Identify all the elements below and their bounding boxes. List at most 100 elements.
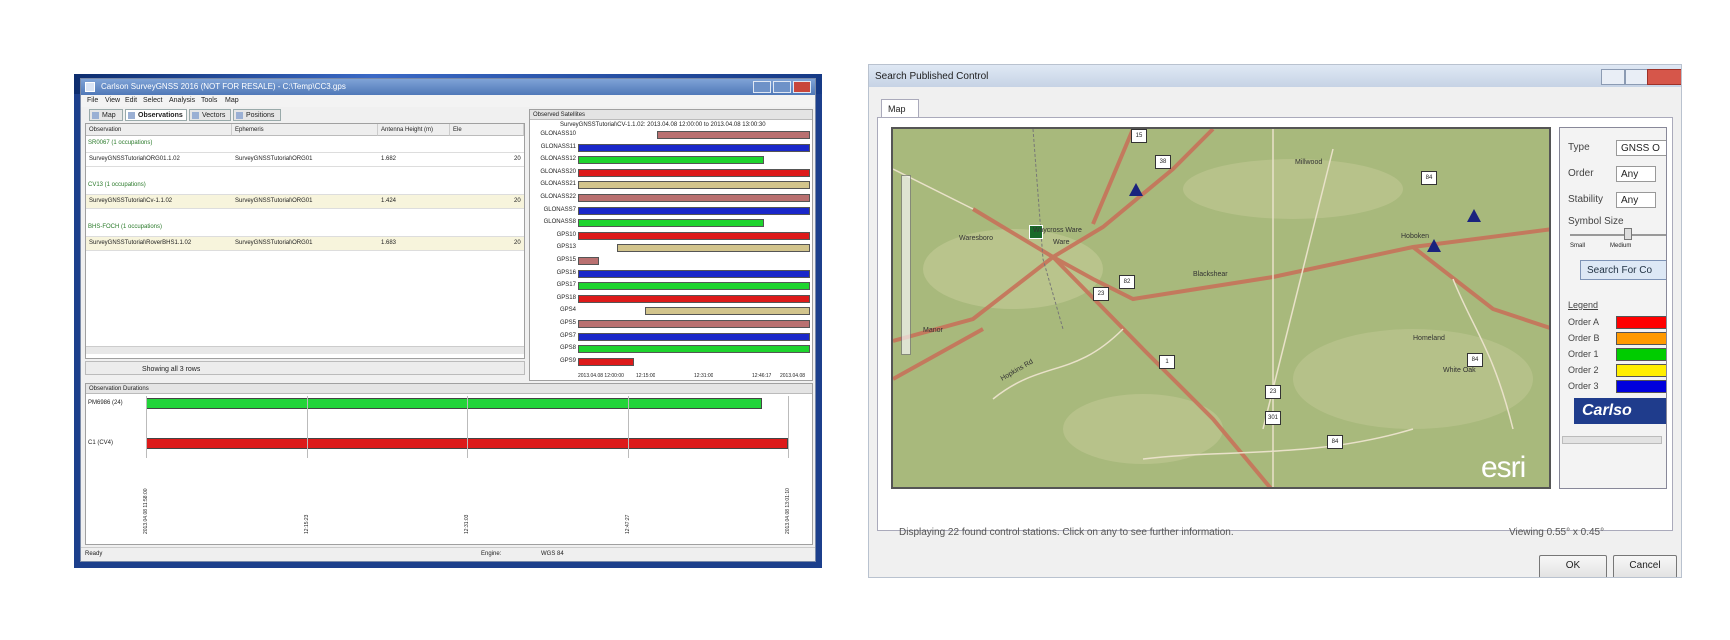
satellite-label: GPS4	[559, 307, 576, 314]
menu-map[interactable]: Map	[225, 97, 239, 104]
legend-label: Order 1	[1568, 349, 1599, 359]
satellite-bar[interactable]	[578, 231, 810, 240]
view-tabs: Map Observations Vectors Positions	[85, 107, 525, 122]
satellite-label: GLONASS12	[540, 156, 576, 163]
minimize-button[interactable]	[1601, 69, 1625, 85]
maximize-button[interactable]	[1625, 69, 1649, 85]
table-footer: Showing all 3 rows	[85, 361, 525, 375]
menu-view[interactable]: View	[105, 97, 120, 104]
menu-tools[interactable]: Tools	[201, 97, 217, 104]
menu-select[interactable]: Select	[143, 97, 162, 104]
positions-icon	[236, 112, 243, 119]
satellite-bar[interactable]	[578, 194, 810, 202]
close-button[interactable]	[793, 81, 811, 93]
satellite-label: GPS18	[556, 294, 576, 301]
satellite-label: GLONASS20	[540, 168, 576, 175]
observation-durations-panel: Observation Durations PM6986 (24) C1 (CV4…	[85, 383, 813, 545]
order-select[interactable]: Any	[1616, 166, 1656, 182]
satellite-bar[interactable]	[578, 282, 810, 291]
type-select[interactable]: GNSS O	[1616, 140, 1666, 156]
tab-positions[interactable]: Positions	[233, 109, 281, 121]
map-roads	[893, 129, 1549, 487]
satellite-bar[interactable]	[578, 332, 810, 341]
column-header-ephemeris[interactable]: Ephemeris	[232, 124, 378, 136]
menu-analysis[interactable]: Analysis	[169, 97, 195, 104]
dialog-titlebar: Search Published Control	[869, 65, 1681, 87]
group-header[interactable]: SR0067 (1 occupations)	[88, 140, 152, 146]
duration-label: C1 (CV4)	[88, 440, 114, 446]
legend-row: Order 2	[1568, 364, 1666, 378]
place-label: Millwood	[1295, 159, 1323, 166]
maximize-button[interactable]	[773, 81, 791, 93]
table-row[interactable]: SurveyGNSSTutorial\ORG01.1.02 SurveyGNSS…	[86, 152, 524, 167]
satellite-bar[interactable]	[578, 357, 634, 366]
duration-bar[interactable]	[146, 398, 763, 409]
slider-mid-label: Medium	[1610, 243, 1632, 249]
duration-gridline	[306, 396, 308, 458]
esri-watermark: esri	[1481, 451, 1526, 484]
control-station-map[interactable]: Waycross Ware Ware Waresboro Manor Millw…	[891, 127, 1551, 489]
tab-map[interactable]: Map	[89, 109, 123, 121]
carlson-logo: Carlso	[1574, 398, 1666, 424]
place-label: Homeland	[1413, 335, 1445, 342]
symbol-size-slider[interactable]	[1570, 234, 1666, 236]
satellite-bar[interactable]	[578, 294, 810, 303]
panel-header: Observation Durations	[86, 384, 812, 394]
satellite-bar[interactable]	[578, 257, 599, 265]
satellite-label: GPS15	[556, 257, 576, 263]
satellite-bar[interactable]	[578, 168, 810, 177]
satellite-bar[interactable]	[578, 181, 810, 190]
side-panel-scrollbar[interactable]	[1562, 436, 1662, 444]
satellite-bar[interactable]	[578, 219, 764, 228]
duration-tick-label: 12:47:27	[624, 514, 631, 534]
satellite-label: GLONASS22	[540, 194, 576, 200]
satellite-label: GPS17	[556, 282, 576, 289]
slider-thumb[interactable]	[1624, 228, 1632, 240]
table-row[interactable]: SurveyGNSSTutorial\Cv-1.1.02 SurveyGNSST…	[86, 194, 524, 209]
satellite-bar[interactable]	[578, 206, 810, 215]
group-header[interactable]: BHS-FOCH (1 occupations)	[88, 224, 162, 230]
survey-gnss-window: Carlson SurveyGNSS 2016 (NOT FOR RESALE)…	[80, 78, 816, 562]
column-header-ele[interactable]: Ele	[450, 124, 524, 136]
ok-button[interactable]: OK	[1539, 555, 1607, 577]
close-button[interactable]	[1647, 69, 1681, 85]
satellite-bar[interactable]	[656, 131, 810, 139]
legend-label: Order B	[1568, 333, 1600, 343]
cancel-button[interactable]: Cancel	[1613, 555, 1677, 577]
menu-file[interactable]: File	[87, 97, 98, 104]
legend-row: Order A	[1568, 316, 1666, 330]
column-header-observation[interactable]: Observation	[86, 124, 232, 136]
tab-observations[interactable]: Observations	[125, 109, 187, 121]
status-engine-label: Engine:	[481, 551, 502, 557]
satellite-bar[interactable]	[578, 269, 810, 278]
stability-select[interactable]: Any	[1616, 192, 1656, 208]
control-station-marker[interactable]	[1427, 239, 1441, 252]
column-header-antenna-height[interactable]: Antenna Height (m)	[378, 124, 450, 136]
zoom-slider[interactable]	[901, 175, 911, 355]
search-button[interactable]: Search For Co	[1580, 260, 1666, 280]
menu-edit[interactable]: Edit	[125, 97, 137, 104]
table-row[interactable]: SurveyGNSSTutorial\RoverBHS1.1.02 Survey…	[86, 236, 524, 251]
route-shield: 82	[1119, 275, 1135, 289]
satellite-label: GPS8	[559, 345, 576, 352]
horizontal-scrollbar[interactable]	[86, 346, 524, 354]
tab-map[interactable]: Map	[881, 99, 919, 117]
tab-vectors[interactable]: Vectors	[189, 109, 231, 121]
minimize-button[interactable]	[753, 81, 771, 93]
satellite-bar[interactable]	[578, 143, 810, 152]
satellite-bar[interactable]	[617, 244, 810, 253]
control-station-marker[interactable]	[1467, 209, 1481, 222]
app-icon	[85, 82, 95, 92]
control-station-marker[interactable]	[1129, 183, 1143, 196]
satellite-label: GPS13	[556, 244, 576, 251]
satellite-bar[interactable]	[578, 320, 810, 328]
stability-label: Stability	[1568, 194, 1604, 205]
satellite-bar[interactable]	[645, 307, 810, 316]
satellite-bar[interactable]	[578, 345, 810, 354]
row-count-label: Showing all 3 rows	[142, 366, 201, 373]
group-header[interactable]: CV13 (1 occupations)	[88, 182, 146, 188]
satellite-bar[interactable]	[578, 156, 764, 165]
vectors-icon	[192, 112, 199, 119]
search-published-control-dialog: Search Published Control Map Waycross Wa…	[868, 64, 1682, 578]
dialog-title: Search Published Control	[875, 71, 989, 82]
